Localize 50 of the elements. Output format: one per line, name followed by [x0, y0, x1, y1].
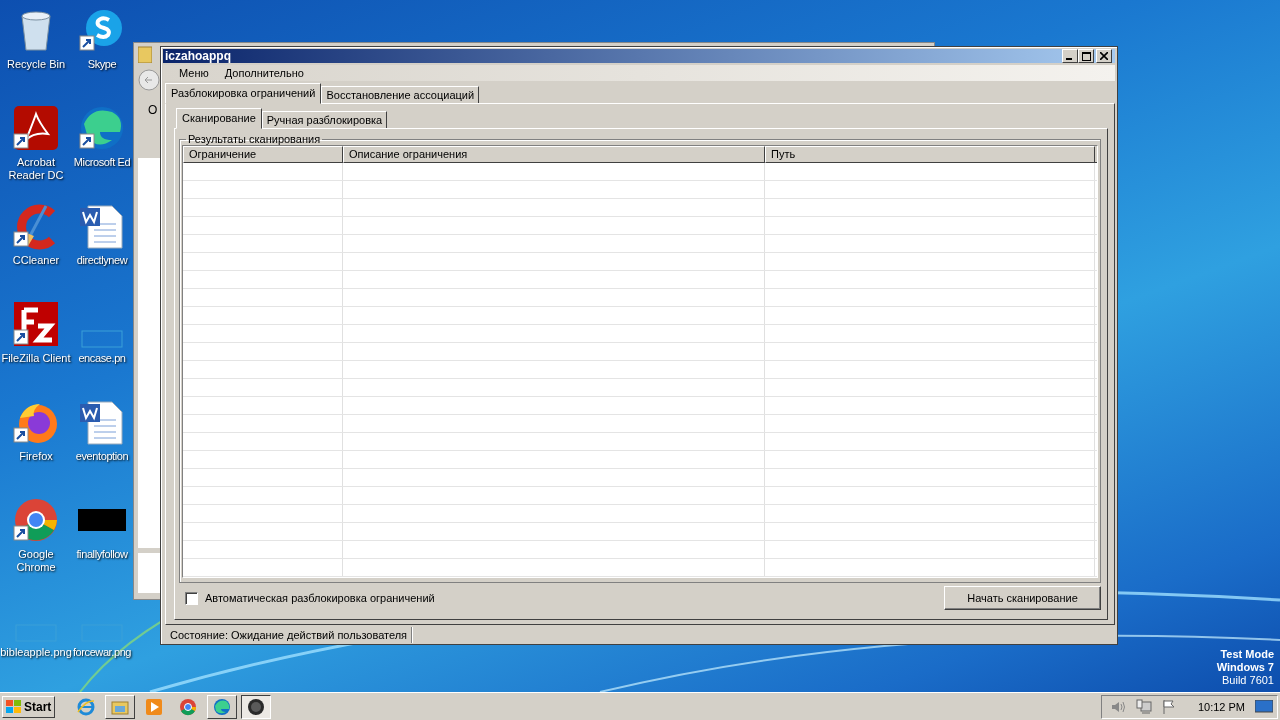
tab[interactable]: Сканирование [176, 108, 262, 129]
checkbox[interactable] [185, 591, 198, 605]
close-button[interactable] [1096, 49, 1112, 63]
background-list-panel [138, 553, 160, 593]
column-header[interactable]: Ограничение [183, 146, 343, 163]
menu-item[interactable]: Дополнительно [216, 65, 312, 81]
window-title: iczahoappq [165, 49, 231, 63]
column-header[interactable]: Путь [765, 146, 1095, 163]
maximize-button[interactable] [1078, 49, 1094, 63]
group-title: Результаты сканирования [187, 133, 322, 145]
desktop-icon-label[interactable]: Firefox [19, 450, 53, 463]
column-header[interactable]: Описание ограничения [343, 146, 765, 163]
background-window-text: O [148, 103, 158, 117]
folder-icon [138, 45, 152, 63]
desktop-icon-label[interactable]: Skype [87, 58, 117, 71]
desktop-icon-label[interactable]: Google Chrome [0, 548, 74, 574]
desktop-icon-label[interactable]: encase.pn [78, 352, 126, 365]
app-icon [247, 697, 266, 716]
media-player-icon [145, 697, 164, 716]
desktop-icon-label[interactable]: Recycle Bin [6, 58, 66, 71]
maximize-icon [1081, 51, 1091, 61]
windows-logo-icon [6, 699, 22, 714]
desktop-icon-label[interactable]: Acrobat Reader DC [0, 156, 74, 182]
menu-item[interactable]: Меню [171, 65, 217, 81]
tab[interactable]: Ручная разблокировка [261, 111, 388, 128]
flag-icon[interactable] [1161, 698, 1176, 715]
desktop-icon-label[interactable]: Microsoft Ed [73, 156, 131, 169]
tab[interactable]: Восстановление ассоциаций [321, 86, 480, 103]
taskbar-button[interactable] [241, 694, 272, 719]
back-icon [138, 69, 160, 91]
network-icon[interactable] [1135, 698, 1152, 715]
minimize-button[interactable] [1062, 49, 1078, 63]
desktop-icon-label[interactable]: CCleaner [12, 254, 60, 267]
show-desktop-icon[interactable] [1255, 699, 1273, 714]
start-button[interactable]: Start [2, 695, 56, 718]
os-notice-text: Build 7601 [1222, 674, 1274, 687]
tab[interactable]: Разблокировка ограничений [165, 83, 322, 104]
desktop-icon-label[interactable]: FileZilla Client [1, 352, 71, 365]
os-notice-text: Windows 7 [1216, 661, 1274, 674]
ie-icon [77, 697, 96, 716]
desktop-icon-label[interactable]: directlynew [76, 254, 128, 267]
close-icon [1100, 52, 1108, 60]
clock[interactable]: 10:12 PM [1197, 700, 1245, 713]
os-notice-text: Test Mode [1220, 648, 1274, 661]
status-text: Состояние: Ожидание действий пользователя [166, 627, 413, 643]
desktop-icon-label[interactable]: eventoption [75, 450, 129, 463]
start-scan-button[interactable]: Начать сканирование [944, 586, 1101, 610]
chrome-icon [179, 697, 198, 716]
edge-icon [213, 697, 232, 716]
checkbox-label: Автоматическая разблокировка ограничений [205, 592, 435, 604]
